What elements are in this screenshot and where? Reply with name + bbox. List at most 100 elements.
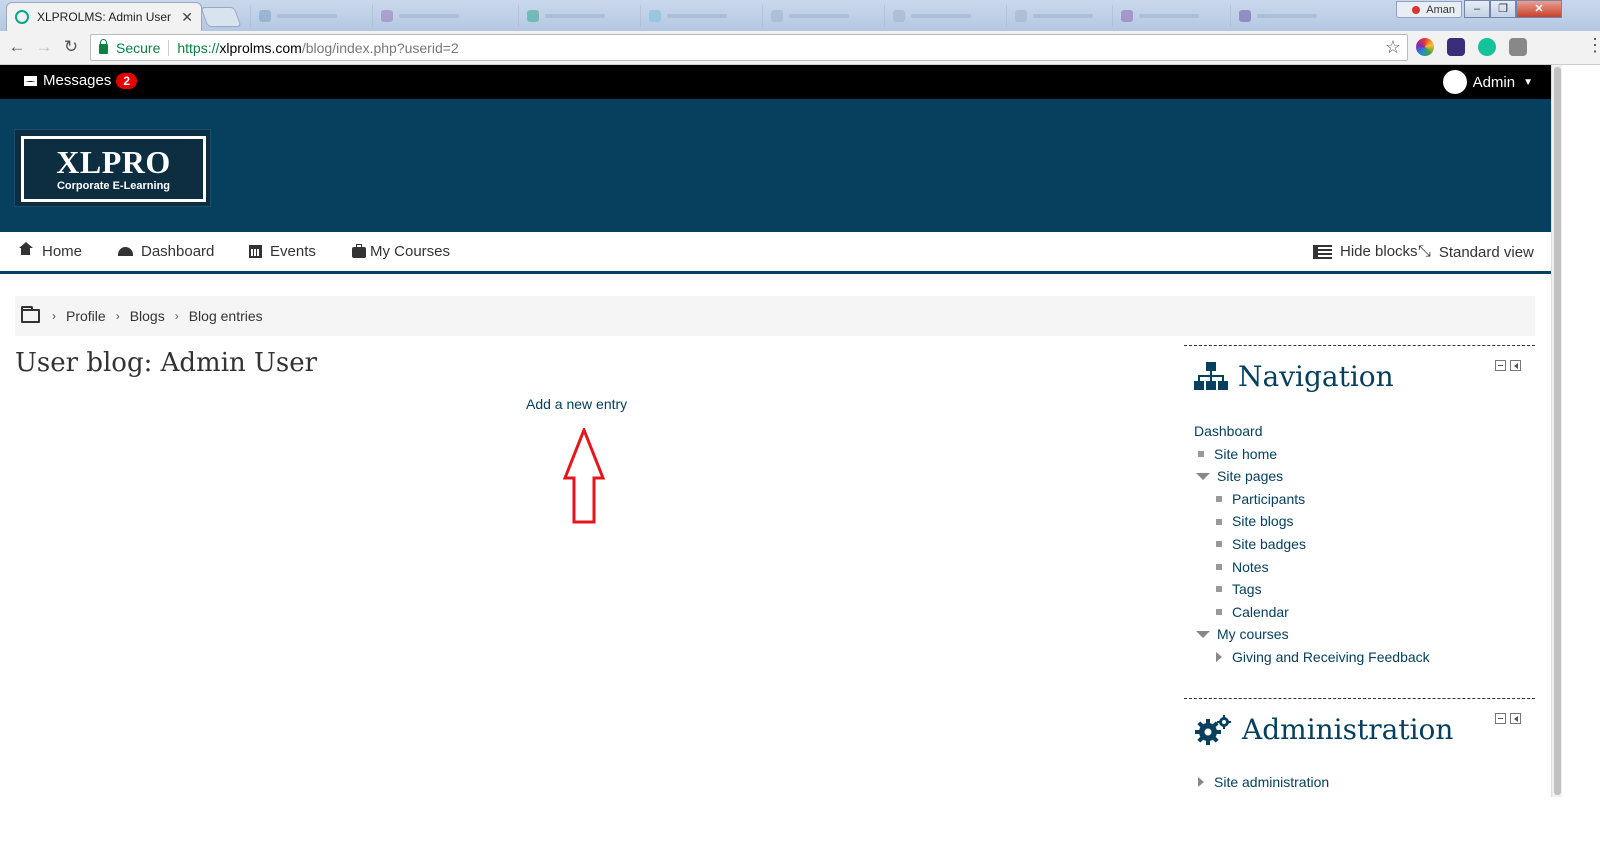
logo-title: XLPRO <box>56 144 171 180</box>
url-scheme: https:// <box>177 39 220 56</box>
administration-tree: Site administration <box>1194 771 1329 794</box>
scrollbar-thumb[interactable] <box>1554 67 1561 795</box>
collapse-block-icon[interactable] <box>1495 713 1506 724</box>
bullet-icon <box>1216 496 1222 503</box>
background-tab[interactable] <box>640 5 752 27</box>
breadcrumb-profile[interactable]: Profile <box>66 308 106 324</box>
background-tab[interactable] <box>762 5 874 27</box>
header-banner: XLPRO Corporate E-Learning <box>0 99 1551 232</box>
navigation-block-title: Navigation <box>1238 360 1394 393</box>
collapsed-triangle-icon <box>1198 777 1204 788</box>
background-tab[interactable] <box>1006 5 1118 27</box>
page-scrollbar[interactable] <box>1551 65 1562 797</box>
home-icon <box>19 242 33 257</box>
bullet-icon <box>1216 563 1222 570</box>
nav-tree-site-pages[interactable]: Site pages <box>1194 465 1430 488</box>
window-restore-button[interactable]: ❐ <box>1490 0 1516 18</box>
nav-tree-my-courses-label: My courses <box>1217 626 1289 643</box>
briefcase-icon <box>352 244 366 258</box>
block-controls <box>1491 360 1521 371</box>
annotation-up-arrow-icon <box>562 428 606 524</box>
nav-tree-participants[interactable]: Participants <box>1194 488 1430 511</box>
window-close-button[interactable]: ✕ <box>1516 0 1562 18</box>
bookmark-star-icon[interactable]: ☆ <box>1385 37 1401 58</box>
breadcrumb-current: Blog entries <box>188 308 263 324</box>
nav-dashboard[interactable]: Dashboard <box>118 243 214 260</box>
background-tab[interactable] <box>518 5 630 27</box>
profile-icon <box>1412 5 1421 14</box>
nav-dashboard-label: Dashboard <box>141 243 215 260</box>
background-tab[interactable] <box>1230 5 1342 27</box>
address-bar[interactable]: Secure https:// xlprolms.com /blog/index… <box>90 34 1408 61</box>
background-tab[interactable] <box>1112 5 1224 27</box>
nav-tree-item-label: Participants <box>1232 490 1306 507</box>
new-tab-button[interactable] <box>200 7 242 27</box>
folder-open-icon[interactable] <box>21 306 40 323</box>
expanded-triangle-icon <box>1196 631 1210 639</box>
site-logo[interactable]: XLPRO Corporate E-Learning <box>14 129 211 207</box>
nav-events[interactable]: Events <box>249 243 316 260</box>
forward-arrow-icon[interactable]: → <box>33 36 55 58</box>
messages-button[interactable]: Messages 2 <box>24 72 138 89</box>
nav-tree-site-home-label: Site home <box>1214 445 1278 462</box>
nav-tree-calendar[interactable]: Calendar <box>1194 601 1430 624</box>
color-extension-icon[interactable] <box>1416 38 1434 56</box>
nav-tree-item-label: Calendar <box>1232 603 1289 620</box>
os-user-name: Aman <box>1426 3 1455 16</box>
nav-tree-course[interactable]: Giving and Receiving Feedback <box>1194 646 1430 669</box>
expanded-triangle-icon <box>1196 472 1210 480</box>
dock-block-icon[interactable] <box>1510 360 1521 371</box>
url-host: xlprolms.com <box>219 39 302 56</box>
block-controls <box>1491 713 1521 724</box>
os-profile-button[interactable]: Aman <box>1396 1 1462 18</box>
url-path: /blog/index.php?userid=2 <box>301 39 459 56</box>
window-minimize-button[interactable]: – <box>1464 0 1490 18</box>
background-tab[interactable] <box>372 5 484 27</box>
collapsed-triangle-icon <box>1216 652 1222 663</box>
add-new-entry-link[interactable]: Add a new entry <box>526 396 627 412</box>
nav-tree-my-courses[interactable]: My courses <box>1194 623 1430 646</box>
hide-blocks-label: Hide blocks <box>1340 243 1418 260</box>
collapse-block-icon[interactable] <box>1495 360 1506 371</box>
nav-tree-notes[interactable]: Notes <box>1194 556 1430 579</box>
nav-tree-site-badges[interactable]: Site badges <box>1194 533 1430 556</box>
chevron-down-icon: ▼ <box>1523 76 1533 88</box>
dock-block-icon[interactable] <box>1510 713 1521 724</box>
admin-tree-site-administration[interactable]: Site administration <box>1194 771 1329 794</box>
secure-label: Secure <box>116 39 161 56</box>
extension-icon[interactable] <box>1447 38 1465 56</box>
standard-view-button[interactable]: ⤡ Standard view <box>1418 243 1534 261</box>
navigation-block: Navigation Dashboard Site home Site page… <box>1184 345 1535 685</box>
extension-icon[interactable] <box>1509 38 1527 56</box>
browser-tab-active[interactable]: XLPROLMS: Admin User ✕ <box>6 2 202 31</box>
nav-tree-dashboard-label: Dashboard <box>1194 423 1263 439</box>
nav-home[interactable]: Home <box>19 242 82 260</box>
nav-tree-site-blogs[interactable]: Site blogs <box>1194 510 1430 533</box>
breadcrumb-blogs[interactable]: Blogs <box>130 308 165 324</box>
navigation-tree: Dashboard Site home Site pages Participa… <box>1194 420 1430 669</box>
nav-tree-site-pages-label: Site pages <box>1217 468 1284 485</box>
tab-close-icon[interactable]: ✕ <box>181 9 193 26</box>
divider <box>168 39 170 56</box>
nav-my-courses[interactable]: My Courses <box>352 243 450 260</box>
nav-my-courses-label: My Courses <box>370 243 451 260</box>
navigation-block-header: Navigation <box>1194 360 1394 393</box>
main-navigation: Home Dashboard Events My Courses Hide bl… <box>0 232 1551 274</box>
user-menu[interactable]: Admin ▼ <box>1442 70 1533 94</box>
logo-subtitle: Corporate E-Learning <box>56 180 171 192</box>
reload-icon[interactable]: ↻ <box>60 36 82 58</box>
nav-tree-site-home[interactable]: Site home <box>1194 443 1430 466</box>
grammarly-icon[interactable] <box>1478 38 1496 56</box>
hide-blocks-button[interactable]: Hide blocks <box>1313 243 1418 260</box>
administration-block-title: Administration <box>1242 713 1454 746</box>
breadcrumb-separator-icon: › <box>174 309 179 323</box>
background-tab[interactable] <box>250 5 362 27</box>
top-navbar: Messages 2 Admin ▼ <box>0 65 1551 99</box>
back-arrow-icon[interactable]: ← <box>6 36 28 58</box>
background-tab[interactable] <box>884 5 996 27</box>
nav-tree-tags[interactable]: Tags <box>1194 578 1430 601</box>
nav-tree-dashboard[interactable]: Dashboard <box>1194 420 1430 443</box>
browser-menu-icon[interactable]: ⋮ <box>1586 35 1600 56</box>
avatar <box>1442 70 1467 94</box>
logo-frame: XLPRO Corporate E-Learning <box>21 136 206 202</box>
